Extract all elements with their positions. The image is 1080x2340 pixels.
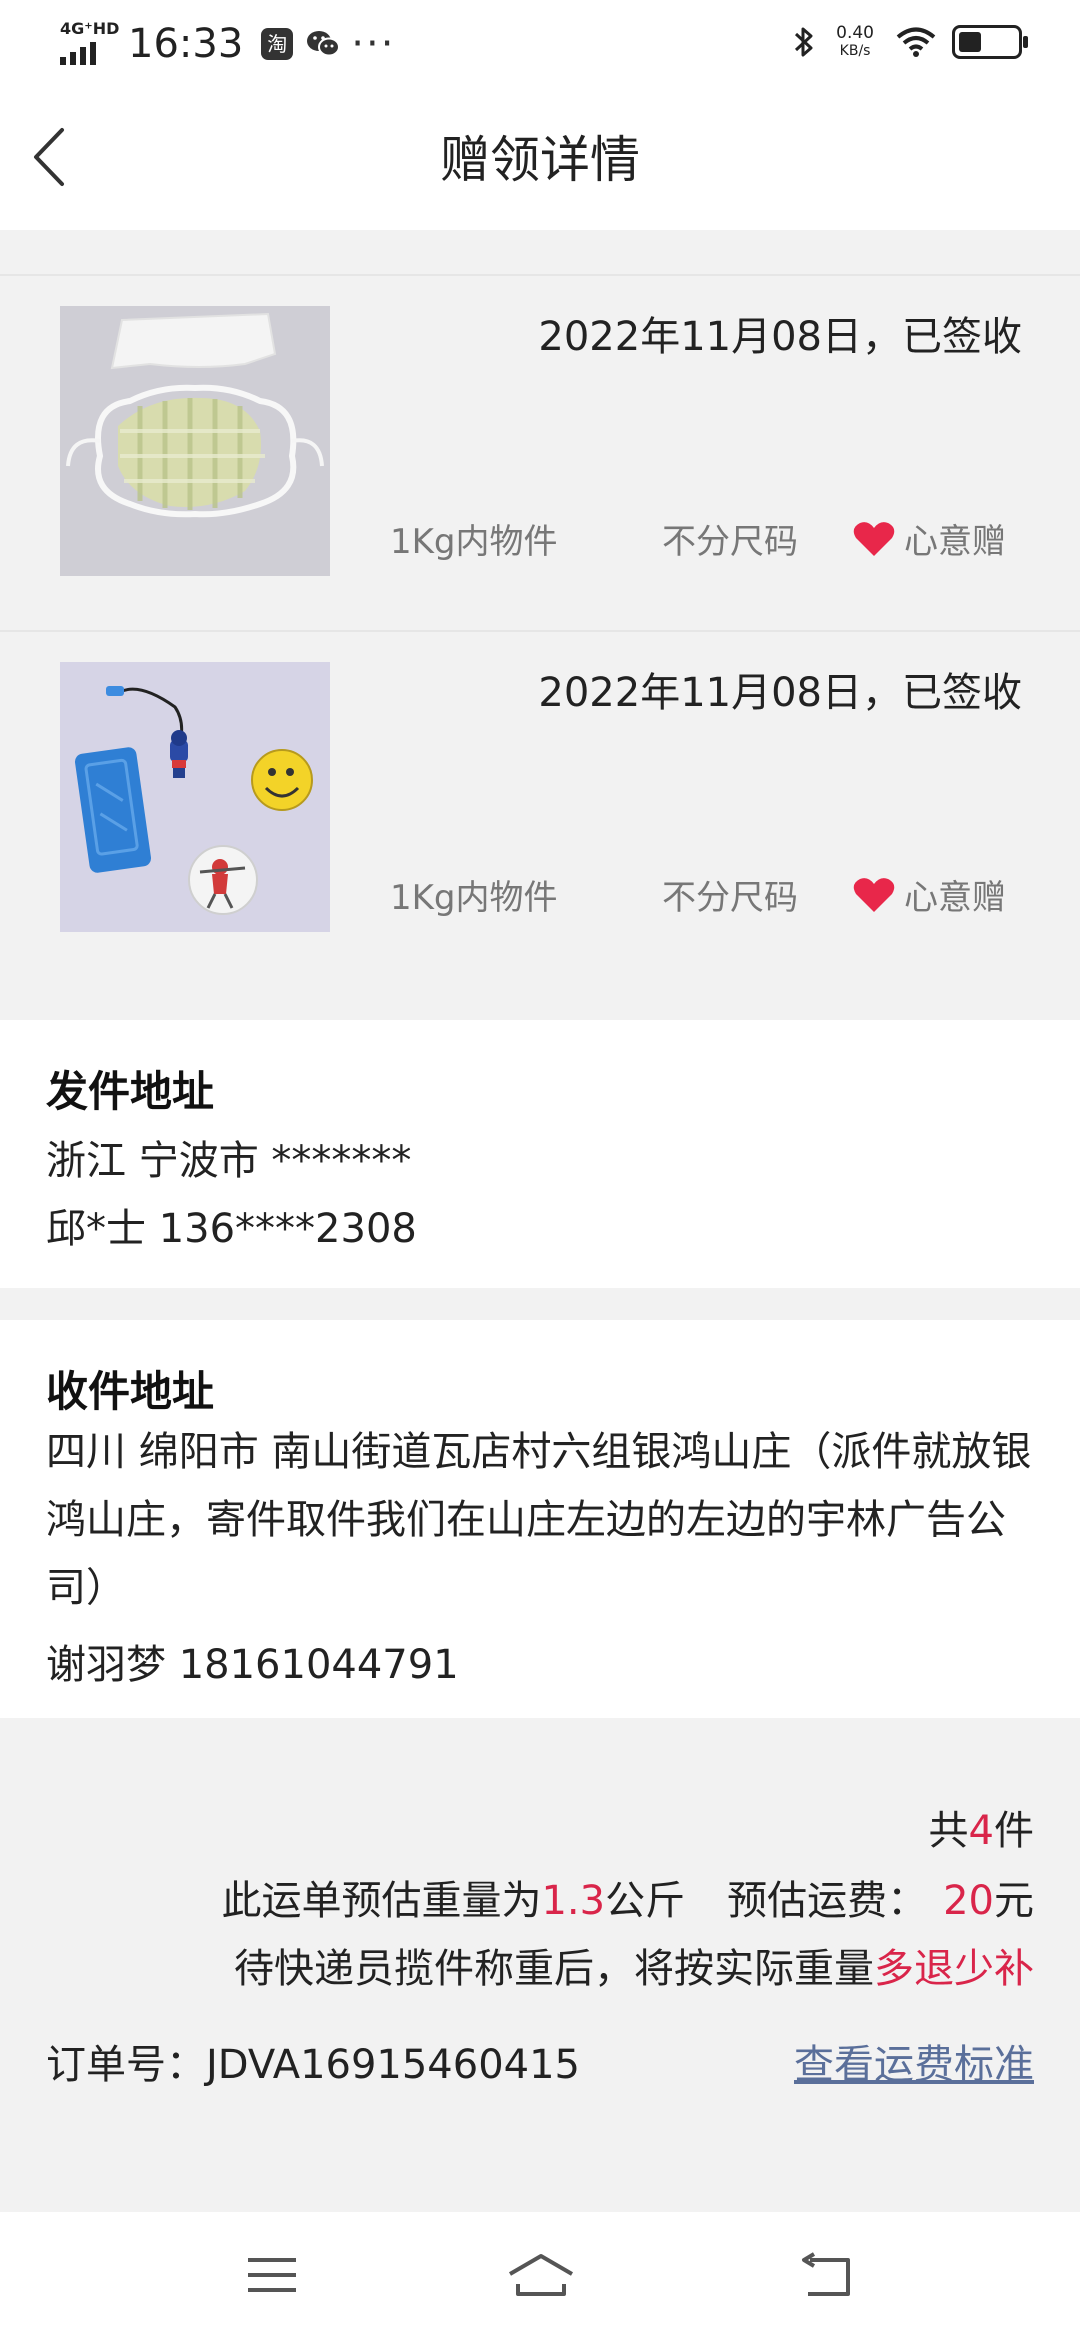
home-icon[interactable] <box>506 2250 576 2300</box>
weight-unit: 公斤 <box>605 1878 686 1924</box>
heart-icon <box>853 877 895 912</box>
item-count: 共4件 <box>929 1798 1034 1856</box>
item-size: 不分尺码 <box>662 522 798 562</box>
weight-note: 待快递员揽件称重后，将按实际重量多退少补 <box>234 1936 1034 1994</box>
status-bar: 4G⁺HD 16:33 淘 ··· 0.40 KB/s <box>0 0 1080 84</box>
item-weight: 1Kg内物件 <box>390 878 558 918</box>
bluetooth-icon <box>795 27 813 57</box>
clock: 16:33 <box>128 21 244 67</box>
weight-value: 1.3 <box>541 1878 606 1924</box>
weight-prefix: 此运单预估重量为 <box>221 1878 542 1924</box>
signal-icon: 4G⁺HD <box>58 19 120 69</box>
count-suffix: 件 <box>994 1808 1034 1854</box>
item-tags: 1Kg内物件 不分尺码 心意赠 <box>390 514 1022 564</box>
system-nav-bar <box>0 2212 1080 2340</box>
receiver-address: 四川 绵阳市 南山街道瓦店村六组银鸿山庄（派件就放银鸿山庄，寄件取件我们在山庄左… <box>46 1429 1032 1611</box>
taobao-icon: 淘 <box>261 28 294 60</box>
item-date-status: 2022年11月08日，已签收 <box>538 670 1022 716</box>
sender-address-card: 发件地址 浙江 宁波市 ******* 邱*士 136****2308 <box>0 1020 1080 1288</box>
back-nav-icon[interactable] <box>796 2250 856 2300</box>
receiver-address-card: 收件地址 四川 绵阳市 南山街道瓦店村六组银鸿山庄（派件就放银鸿山庄，寄件取件我… <box>0 1320 1080 1718</box>
speed-value: 0.40 <box>836 23 874 43</box>
gift-type-badge: 心意赠 <box>852 870 1006 919</box>
gift-item[interactable]: 2022年11月08日，已签收 1Kg内物件 不分尺码 心意赠 <box>0 630 1080 986</box>
more-notifications-icon: ··· <box>351 21 396 67</box>
item-tags: 1Kg内物件 不分尺码 心意赠 <box>390 870 1022 920</box>
weight-and-fee: 此运单预估重量为1.3公斤 预估运费： 20元 <box>221 1868 1034 1926</box>
gift-type-label: 心意赠 <box>904 522 1006 562</box>
header: 赠领详情 <box>0 84 1080 230</box>
order-summary: 共4件 此运单预估重量为1.3公斤 预估运费： 20元 待快递员揽件称重后，将按实际… <box>0 1720 1080 2210</box>
toys-photo <box>60 662 330 932</box>
wechat-icon <box>307 31 341 57</box>
order-label: 订单号： <box>46 2042 206 2088</box>
count-value: 4 <box>968 1808 994 1854</box>
fee-standard-link[interactable]: 查看运费标准 <box>794 2032 1034 2090</box>
network-speed: 0.40 KB/s <box>836 24 874 60</box>
order-number-row: 订单号：JDVA16915460415 <box>46 2032 580 2090</box>
receiver-title: 收件地址 <box>46 1367 215 1416</box>
sender-region: 浙江 宁波市 ******* <box>46 1138 412 1184</box>
heart-icon <box>853 521 895 556</box>
menu-icon[interactable] <box>242 2250 302 2300</box>
fee-label: 预估运费： <box>727 1878 928 1924</box>
item-size: 不分尺码 <box>662 878 798 918</box>
fee-unit: 元 <box>994 1878 1034 1924</box>
sender-contact: 邱*士 136****2308 <box>46 1206 417 1252</box>
speed-unit: KB/s <box>839 43 871 59</box>
battery-icon <box>952 25 1028 59</box>
gift-type-label: 心意赠 <box>904 878 1006 918</box>
gift-type-badge: 心意赠 <box>852 514 1006 563</box>
mask-photo <box>60 306 330 576</box>
order-number: JDVA16915460415 <box>206 2042 581 2088</box>
status-left: 4G⁺HD 16:33 淘 ··· <box>58 16 395 72</box>
network-type: 4G⁺HD <box>60 19 120 38</box>
page-title: 赠领详情 <box>440 131 640 189</box>
gift-item[interactable]: 2022年11月08日，已签收 1Kg内物件 不分尺码 心意赠 <box>0 274 1080 630</box>
note-prefix: 待快递员揽件称重后，将按实际重量 <box>234 1946 874 1992</box>
item-weight: 1Kg内物件 <box>390 522 558 562</box>
sender-title: 发件地址 <box>46 1067 215 1116</box>
wifi-icon <box>896 27 936 57</box>
status-right: 0.40 KB/s <box>792 14 1028 70</box>
item-date-status: 2022年11月08日，已签收 <box>538 314 1022 360</box>
note-highlight: 多退少补 <box>874 1946 1034 1992</box>
receiver-contact: 谢羽梦 18161044791 <box>46 1642 459 1688</box>
fee-value: 20 <box>943 1878 994 1924</box>
count-prefix: 共 <box>928 1808 969 1854</box>
